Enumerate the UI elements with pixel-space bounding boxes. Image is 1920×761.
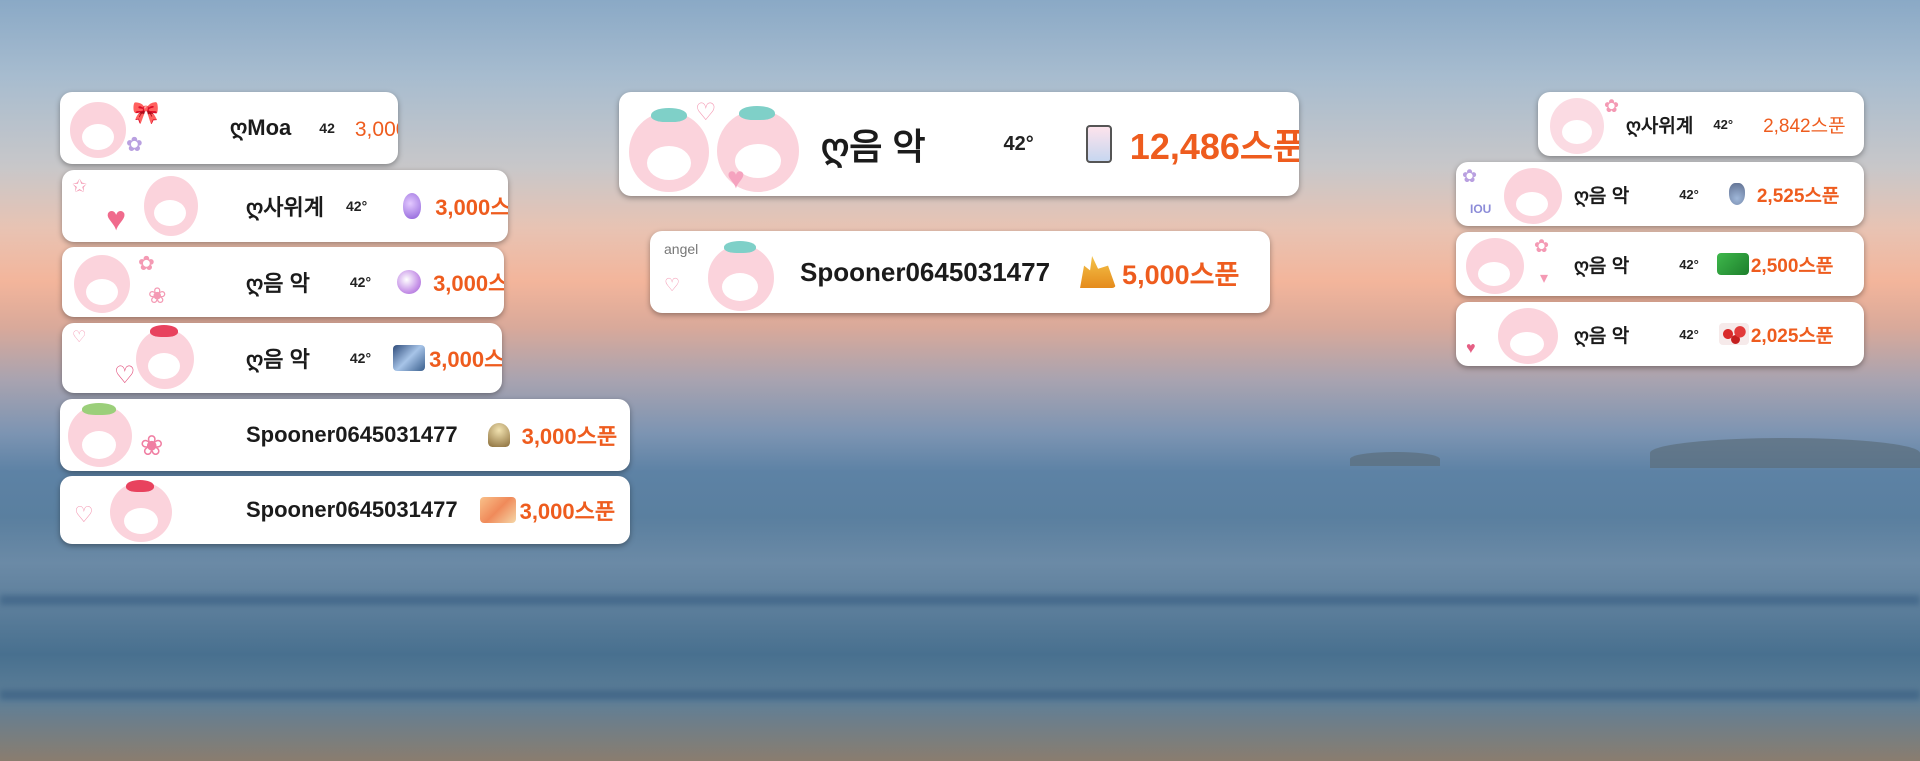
user-name: Spooner0645031477 [246,497,458,522]
phone-icon [1085,125,1112,163]
melody-avatar: ♡ ♥ [619,92,809,196]
melody-avatar: angel ♡ [650,231,780,313]
level-badge: 42° [1713,116,1734,132]
user-name: ღMoa [230,115,292,140]
melody-avatar: ✿ ❀ [62,247,182,317]
level-badge: 42° [1679,326,1699,342]
star-icon: ✩ [72,176,88,196]
melody-avatar: ✿ IOU [1456,162,1566,226]
wave [0,595,1920,605]
ranking-card-left-1[interactable]: 🎀 ✿ ღMoa 42 3,000스푼 [60,92,398,164]
heart-icon: ♥ [106,200,127,238]
heart-icon: ♡ [72,329,87,346]
deer-icon [1080,256,1117,288]
flower-icon: ❀ [148,283,167,308]
level-badge: 42° [1679,186,1699,202]
island [1650,438,1920,468]
spoon-amount: 3,000스푼 [433,271,504,296]
flower-icon: ✿ [1462,166,1478,186]
spoon-amount: 3,000스푼 [519,499,616,524]
user-name: ღ음 악 [246,347,310,372]
angel-badge-icon: angel [664,241,699,257]
orange-card-icon [479,497,516,523]
flower-icon: ✿ [138,253,155,275]
melody-avatar: ❀ [60,399,180,471]
spoon-amount: 2,842스푼 [1763,115,1846,137]
spoon-amount: 5,000스푼 [1122,259,1240,290]
ranking-card-right-4[interactable]: ♥ ღ음 악 42° 2,025스푼 [1456,302,1864,366]
spoon-amount: 3,000스푼 [435,195,508,220]
melody-avatar: ✩ ♥ [62,170,200,242]
user-name: ღ음 악 [1574,325,1630,347]
flower-icon: ✿ [1604,96,1620,116]
heart-icon: ♡ [695,99,717,126]
ranking-card-right-1[interactable]: ✿ ღ사위계 42° 2,842스푼 [1538,92,1864,156]
spoon-amount: 2,500스푼 [1750,255,1834,277]
level-badge: 42° [1003,132,1034,155]
ranking-card-left-4[interactable]: ♡ ♡ ღ음 악 42° 3,000스푼 [62,323,502,393]
level-badge: 42° [346,198,368,214]
ranking-card-right-3[interactable]: ✿ ▾ ღ음 악 42° 2,500스푼 [1456,232,1864,296]
purple-balloon-icon [403,193,422,219]
user-name: ღ음 악 [1574,255,1630,277]
ice-cream-icon: ▾ [1540,270,1549,287]
potion-icon [1728,183,1745,205]
spoon-amount: 3,000스푼 [429,347,502,372]
level-badge: 42 [319,120,335,136]
ranking-card-left-5[interactable]: ❀ Spooner0645031477 3,000스푼 [60,399,630,471]
green-envelope-icon [1716,253,1749,275]
purple-orb-icon [397,270,422,294]
melody-avatar: ♡ [60,476,180,544]
flower-icon: ❀ [140,430,164,461]
heart-icon: ♡ [664,275,681,295]
wave [0,690,1920,700]
flower-icon: ✿ [1534,236,1550,256]
spoon-amount: 3,000스푼 [354,118,398,141]
red-flowers-icon [1718,323,1749,345]
user-name: ღ사위계 [1626,115,1694,137]
ranking-card-left-6[interactable]: ♡ Spooner0645031477 3,000스푼 [60,476,630,544]
heart-icon: ♡ [74,502,94,527]
melody-avatar: ♥ [1456,302,1566,366]
melody-avatar: ✿ ▾ [1456,232,1566,296]
heart-icon: ♥ [727,162,745,195]
level-badge: 42° [349,350,372,366]
bow-icon: 🎀 [132,100,160,125]
user-name: ღ음 악 [246,271,310,296]
user-name: Spooner0645031477 [800,256,1051,287]
ranking-card-top-1[interactable]: ♡ ♥ ღ음 악 42° 12,486스푼 [619,92,1299,196]
melody-avatar: ✿ [1538,92,1628,156]
level-badge: 42° [349,274,372,290]
ranking-card-top-2[interactable]: angel ♡ Spooner0645031477 5,000스푼 [650,231,1270,313]
ranking-card-left-3[interactable]: ✿ ❀ ღ음 악 42° 3,000스푼 [62,247,504,317]
melody-avatar: 🎀 ✿ [60,92,170,164]
bell-icon [487,423,510,447]
spoon-amount: 2,025스푼 [1750,325,1834,347]
spoon-amount: 12,486스푼 [1129,126,1299,167]
photo-card-icon [393,345,426,371]
island [1350,452,1440,466]
user-name: ღ사위계 [246,195,325,220]
heart-icon: ♡ [114,362,136,389]
spoon-amount: 2,525스푼 [1756,185,1840,207]
flower-icon: ✿ [126,134,143,156]
user-name: Spooner0645031477 [246,422,458,447]
user-name: ღ음 악 [1574,185,1630,207]
ranking-card-left-2[interactable]: ✩ ♥ ღ사위계 42° 3,000스푼 [62,170,508,242]
user-name: ღ음 악 [821,126,926,167]
strawberry-icon: ♥ [1466,340,1476,357]
melody-avatar: ♡ ♡ [62,323,196,393]
iou-label-icon: IOU [1470,202,1492,216]
spoon-amount: 3,000스푼 [521,424,618,449]
level-badge: 42° [1679,256,1699,272]
ranking-card-right-2[interactable]: ✿ IOU ღ음 악 42° 2,525스푼 [1456,162,1864,226]
